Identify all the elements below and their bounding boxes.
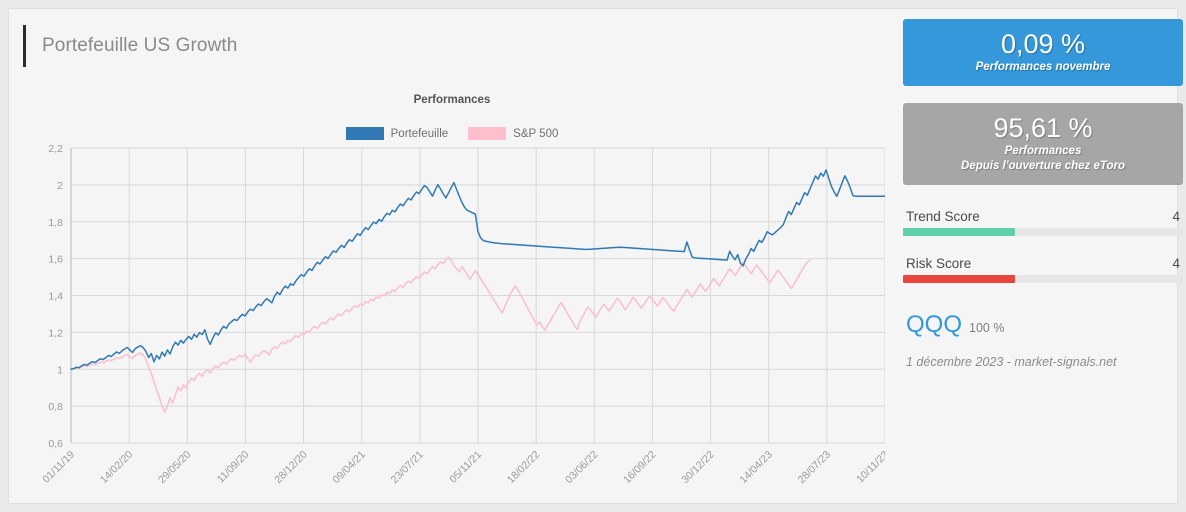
chart-legend: Portefeuille S&P 500 — [19, 127, 885, 140]
x-axis-tick: 10/11/23 — [854, 449, 885, 486]
holding-row-qqq[interactable]: QQQ 100 % — [903, 311, 1183, 339]
y-axis-tick: 1,2 — [48, 327, 63, 339]
title-accent-bar — [23, 25, 26, 67]
legend-swatch-sp500 — [468, 127, 507, 140]
trend-score-fill — [903, 228, 1015, 236]
risk-score-track — [903, 275, 1183, 283]
monthly-performance-label: Performances novembre — [975, 61, 1111, 73]
y-axis-tick: 1,6 — [48, 254, 63, 266]
x-axis-tick: 09/04/21 — [330, 449, 367, 486]
trend-score-label: Trend Score — [906, 209, 980, 224]
x-axis-tick: 01/11/19 — [40, 449, 77, 486]
x-axis-tick: 05/11/21 — [447, 449, 484, 486]
plot-area: 0,6 0,8 1 1,2 1,4 1,6 1,8 2 2,2 01/11/19 14/02/20 2… — [19, 143, 885, 507]
stat-card-total-performance: 95,61 % Performances Depuis l'ouverture … — [903, 103, 1183, 185]
main-card: Portefeuille US Growth Performances Port… — [8, 8, 1183, 507]
legend-item-portefeuille[interactable]: Portefeuille — [345, 127, 449, 140]
trend-score-value: 4 — [1172, 209, 1180, 224]
x-axis-tick: 11/09/20 — [215, 449, 252, 486]
x-axis-tick: 30/12/22 — [679, 449, 716, 486]
legend-label-portefeuille: Portefeuille — [390, 127, 449, 140]
x-axis-tick: 14/04/23 — [737, 449, 774, 486]
total-performance-label-line2: Depuis l'ouverture chez eToro — [961, 160, 1125, 172]
x-axis-tick: 03/06/22 — [563, 449, 600, 486]
y-axis-tick: 1,4 — [48, 291, 63, 303]
x-axis-tick: 14/02/20 — [98, 449, 135, 486]
risk-score-value: 4 — [1172, 256, 1180, 271]
sidebar: 0,09 % Performances novembre 95,61 % Per… — [903, 19, 1183, 499]
footnote: 1 décembre 2023 - market-signals.net — [906, 355, 1117, 369]
series-line-s-p-500 — [70, 256, 811, 414]
legend-swatch-portefeuille — [345, 127, 384, 140]
page-title: Portefeuille US Growth — [42, 35, 238, 56]
y-axis-tick: 0,8 — [48, 401, 63, 413]
y-axis-tick: 1 — [57, 364, 63, 376]
total-performance-label-line1: Performances — [1004, 145, 1082, 157]
x-axis-tick: 18/02/22 — [505, 449, 542, 486]
legend-label-sp500: S&P 500 — [513, 127, 559, 140]
chart-title: Performances — [413, 94, 491, 106]
y-axis-tick: 0,6 — [48, 438, 63, 450]
holding-weight-qqq: 100 % — [969, 321, 1005, 335]
x-axis-tick: 28/12/20 — [272, 449, 309, 486]
stat-card-monthly-performance: 0,09 % Performances novembre — [903, 19, 1183, 86]
trend-score-row: Trend Score 4 — [903, 209, 1183, 228]
dashboard-root: Portefeuille US Growth Performances Port… — [0, 0, 1186, 512]
legend-item-sp500[interactable]: S&P 500 — [468, 127, 558, 140]
total-performance-value: 95,61 % — [993, 113, 1093, 143]
trend-score-track — [903, 228, 1183, 236]
chart-panel: Performances Portefeuille S&P 500 0,6 0,8… — [19, 87, 885, 507]
y-axis-tick: 2,2 — [48, 143, 63, 155]
risk-score-label: Risk Score — [906, 256, 972, 271]
performance-line-chart: 0,6 0,8 1 1,2 1,4 1,6 1,8 2 2,2 01/11/19 14/02/20 2… — [40, 143, 885, 486]
risk-score-row: Risk Score 4 — [903, 256, 1183, 275]
risk-score-fill — [903, 275, 1015, 283]
score-block-trend: Trend Score 4 — [903, 209, 1183, 236]
y-axis-tick: 2 — [57, 180, 63, 192]
x-axis-tick: 16/09/22 — [621, 449, 658, 486]
x-axis-tick: 23/07/21 — [389, 449, 426, 486]
y-axis-tick: 1,8 — [48, 217, 63, 229]
monthly-performance-value: 0,09 % — [1000, 29, 1086, 59]
header: Portefeuille US Growth — [23, 25, 237, 67]
holding-symbol-qqq[interactable]: QQQ — [906, 311, 962, 339]
x-axis-tick: 28/07/23 — [796, 449, 833, 486]
score-block-risk: Risk Score 4 — [903, 256, 1183, 283]
x-axis-tick: 29/05/20 — [156, 449, 193, 486]
